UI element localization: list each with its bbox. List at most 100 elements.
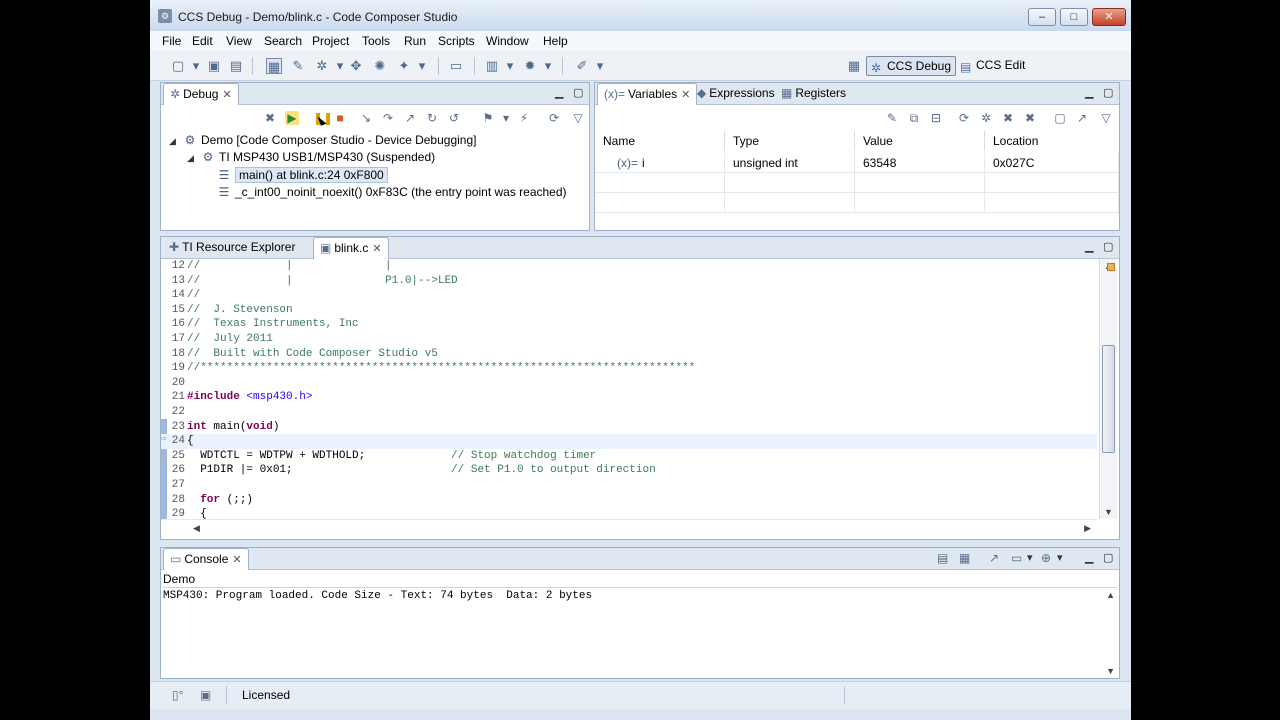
tab-expressions[interactable]: ◆ Expressions [691,83,781,105]
column-value[interactable]: Value [855,131,985,151]
minimize-view-icon[interactable]: ▁ [1085,86,1093,99]
graph-icon[interactable]: ▥ [484,58,500,74]
terminal-icon[interactable]: ▭ [448,58,464,74]
copy-icon[interactable]: ▤ [937,551,948,565]
save-icon[interactable]: ▣ [206,58,222,74]
breakpoint-icon[interactable]: ✥ [348,58,364,74]
variable-value[interactable]: 63548 [855,153,985,173]
menu-tools[interactable]: Tools [362,34,390,48]
code-line[interactable]: 23 int main(void) [161,420,1097,435]
scroll-down-icon[interactable]: ▼ [1106,666,1115,676]
minimize-button[interactable]: – [1028,8,1056,26]
column-name[interactable]: Name [595,131,725,151]
display-console-icon[interactable]: ▭ [1011,551,1022,565]
maximize-view-icon[interactable]: ▢ [1103,86,1113,99]
menu-project[interactable]: Project [312,34,349,48]
tab-registers[interactable]: ▦ Registers [775,83,852,105]
collapse-icon[interactable]: ⊟ [929,111,943,125]
open-perspective-icon[interactable]: ▦ [846,58,862,74]
continuous-refresh-icon[interactable]: ✲ [979,111,993,125]
debug-mode-icon[interactable]: ▦ [266,58,282,74]
code-line[interactable]: 16// Texas Instruments, Inc [161,317,1097,332]
tab-blink-c[interactable]: ▣ blink.c ✕ [313,237,389,259]
perspective-ccs-debug[interactable]: ✲ CCS Debug [866,56,957,76]
code-line[interactable]: 13// | P1.0|-->LED [161,274,1097,289]
tree-item-entry-frame[interactable]: ☰ _c_int00_noinit_noexit() 0xF83C (the en… [217,184,567,201]
code-line[interactable]: 15// J. Stevenson [161,303,1097,318]
code-line[interactable]: 25 WDTCTL = WDTPW + WDTHOLD; // Stop wat… [161,449,1097,464]
minimize-view-icon[interactable]: ▁ [1085,240,1093,253]
dropdown-icon[interactable]: ▾ [188,58,204,74]
code-line[interactable]: 18// Built with Code Composer Studio v5 [161,347,1097,362]
view-menu-icon[interactable]: ▽ [571,111,585,125]
editor-vertical-scrollbar[interactable]: ▲ ▼ [1099,259,1117,519]
overview-marker-icon[interactable] [1107,263,1115,271]
dropdown-icon[interactable]: ▾ [592,58,608,74]
dropdown-icon[interactable]: ▾ [332,58,348,74]
scroll-thumb[interactable] [1102,345,1115,453]
code-line[interactable]: 19//************************************… [161,361,1097,376]
close-icon[interactable]: ✕ [372,243,381,255]
dropdown-icon[interactable]: ▾ [1027,551,1033,564]
refresh-icon[interactable]: ⟳ [547,111,561,125]
minimize-view-icon[interactable]: ▁ [555,86,563,99]
console-body[interactable]: Demo MSP430: Program loaded. Code Size -… [161,570,1119,678]
skip-breakpoints-icon[interactable]: ✺ [372,58,388,74]
new-view-icon[interactable]: ▢ [1053,111,1067,125]
code-line[interactable]: 14// [161,288,1097,303]
dropdown-icon[interactable]: ▾ [540,58,556,74]
code-line[interactable]: 24{ [161,434,1097,449]
pin-icon[interactable]: ↗ [1075,111,1089,125]
tab-debug[interactable]: ✲ Debug ✕ [163,83,239,105]
flash-icon[interactable]: ⚡ [517,111,531,125]
assembly-step-over-icon[interactable]: ↻ [425,111,439,125]
refresh-icon[interactable]: ⟳ [957,111,971,125]
remove-icon[interactable]: ✖ [1001,111,1015,125]
show-types-icon[interactable]: ⧉ [907,111,921,125]
code-line[interactable]: 26 P1DIR |= 0x01; // Set P1.0 to output … [161,463,1097,478]
code-editor[interactable]: 12// | | 13// | P1.0|-->LED 14//15// J. St… [161,259,1097,519]
reset-icon[interactable]: ↺ [447,111,461,125]
memory-icon[interactable]: ▣ [200,688,211,702]
code-line[interactable]: 20 [161,376,1097,391]
expand-icon[interactable]: ◢ [187,150,197,167]
maximize-button[interactable]: □ [1060,8,1088,26]
tree-item-target[interactable]: ◢ ⚙ TI MSP430 USB1/MSP430 (Suspended) [187,149,435,166]
restart-icon[interactable]: ⚑ [481,111,495,125]
remove-launch-icon[interactable]: ✖ [263,111,277,125]
scroll-left-icon[interactable]: ◀ [193,523,200,534]
open-console-icon[interactable]: ⊕ [1041,551,1051,565]
terminate-icon[interactable]: ■ [333,111,347,125]
code-line[interactable]: 22 [161,405,1097,420]
maximize-view-icon[interactable]: ▢ [573,86,583,99]
dropdown-icon[interactable]: ▾ [502,58,518,74]
tree-item-main-frame[interactable]: ☰ main() at blink.c:24 0xF800 [217,167,388,184]
table-row[interactable]: (x)= i [595,153,725,173]
menu-run[interactable]: Run [404,34,426,48]
dropdown-icon[interactable]: ▾ [499,111,513,125]
clear-console-icon[interactable]: ▦ [959,551,970,565]
settings-icon[interactable]: ✹ [522,58,538,74]
dropdown-icon[interactable]: ▾ [1057,551,1063,564]
tree-item-demo[interactable]: ◢ ⚙ Demo [Code Composer Studio - Device De… [169,132,476,149]
pin-icon[interactable]: ✐ [574,58,590,74]
code-line[interactable]: 29 { [161,507,1097,519]
maximize-view-icon[interactable]: ▢ [1103,551,1113,564]
code-line[interactable]: 28 for (;;) [161,493,1097,508]
new-expression-icon[interactable]: ✎ [885,111,899,125]
close-icon[interactable]: ✕ [232,554,241,566]
expand-icon[interactable]: ◢ [169,133,179,150]
menu-search[interactable]: Search [264,34,302,48]
perspective-ccs-edit[interactable]: ▤ CCS Edit [956,56,1029,76]
run-tool-icon[interactable]: ✦ [396,58,412,74]
new-icon[interactable]: ▢ [170,58,186,74]
scroll-up-icon[interactable]: ▲ [1106,590,1115,600]
close-button[interactable]: ✕ [1092,8,1126,26]
view-menu-icon[interactable]: ▽ [1099,111,1113,125]
connect-icon[interactable]: ✎ [290,58,306,74]
step-return-icon[interactable]: ↗ [403,111,417,125]
scroll-down-icon[interactable]: ▼ [1104,507,1113,517]
menu-scripts[interactable]: Scripts [438,34,475,48]
close-icon[interactable]: ✕ [681,89,690,101]
fast-view-icon[interactable]: ▯° [172,688,183,702]
